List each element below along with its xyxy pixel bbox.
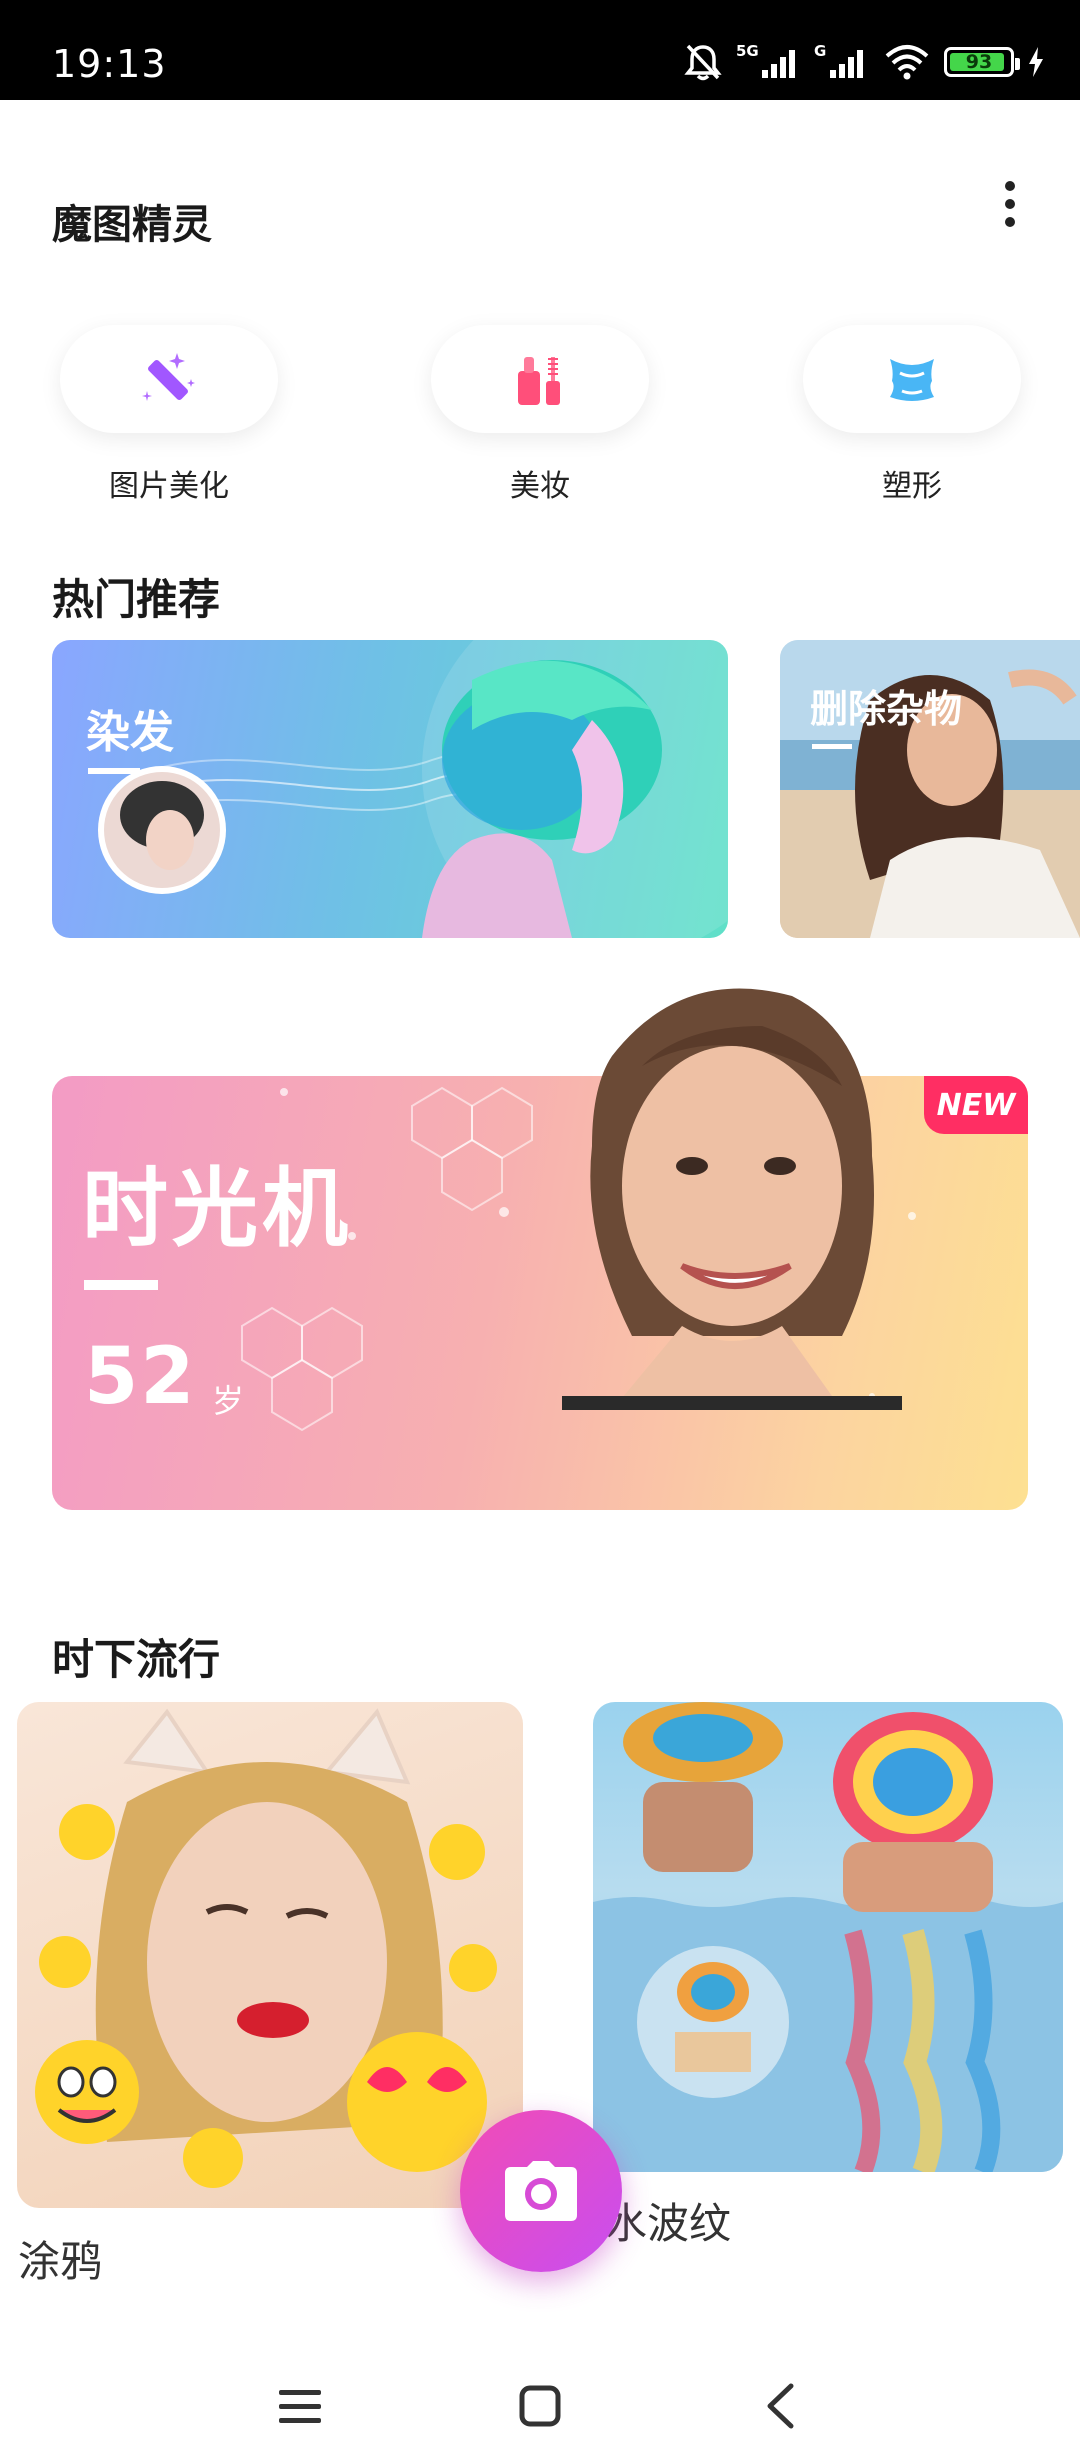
- network-g-label: G: [814, 42, 826, 60]
- card-title-underline: [88, 768, 140, 774]
- more-dot: [1005, 217, 1015, 227]
- body-shape-icon: [890, 359, 934, 401]
- network-5g-label: 5G: [736, 42, 759, 60]
- more-dot: [1005, 199, 1015, 209]
- banner-time-machine[interactable]: 时光机 52 岁 NEW: [52, 988, 1028, 1510]
- bell-muted-icon: [684, 44, 722, 81]
- system-nav-bar: [0, 2340, 1080, 2460]
- camera-icon: [505, 2161, 577, 2221]
- popular-label-graffiti: 涂鸦: [18, 2237, 103, 2286]
- back-chevron-icon: [767, 2383, 794, 2429]
- nav-back-button[interactable]: [740, 2366, 820, 2446]
- age-unit: 岁: [212, 1382, 245, 1420]
- section-title-hot: 热门推荐: [52, 575, 221, 624]
- portrait-illustration: [562, 988, 902, 1410]
- camera-button[interactable]: [460, 2110, 622, 2272]
- tool-makeup-pill[interactable]: [431, 325, 649, 433]
- tool-label: 塑形: [882, 469, 942, 504]
- tool-makeup[interactable]: 美妆: [430, 325, 650, 505]
- nav-menu-button[interactable]: [260, 2366, 340, 2446]
- popular-card-graffiti[interactable]: [17, 1702, 523, 2208]
- battery-level: 93: [965, 51, 993, 73]
- banner-title: 时光机: [82, 1159, 352, 1259]
- popular-card-water-ripple[interactable]: [593, 1702, 1063, 2172]
- tool-label: 美妆: [510, 469, 570, 504]
- status-bar: 19:13 5G G 93: [0, 0, 1080, 100]
- status-time: 19:13: [52, 42, 167, 86]
- tool-label: 图片美化: [109, 469, 229, 504]
- hair-dye-illustration: [98, 640, 728, 938]
- card-title-underline: [812, 744, 852, 749]
- popular-label-water-ripple: 水波纹: [605, 2199, 732, 2248]
- card-title: 染发: [86, 707, 174, 758]
- magic-wand-icon: [142, 353, 195, 401]
- makeup-icon: [518, 357, 560, 405]
- menu-icon: [279, 2390, 321, 2423]
- card-hair-dye[interactable]: 染发: [52, 640, 728, 938]
- tool-photo-beautify[interactable]: 图片美化: [59, 325, 279, 505]
- graffiti-illustration: [35, 1708, 497, 2188]
- new-badge: NEW: [924, 1076, 1028, 1134]
- banner-title-underline: [84, 1280, 158, 1290]
- water-ripple-illustration: [593, 1702, 1063, 2172]
- status-icons: 5G G 93: [684, 40, 1044, 84]
- card-title: 删除杂物: [810, 687, 963, 731]
- more-vertical-icon: [1005, 181, 1015, 191]
- tool-body-shape[interactable]: 塑形: [802, 325, 1022, 505]
- wifi-icon: [885, 45, 929, 80]
- home-square-icon: [519, 2385, 561, 2427]
- more-options-button[interactable]: [990, 176, 1030, 232]
- battery-icon: 93: [944, 47, 1020, 77]
- signal-g-icon: G: [814, 42, 863, 78]
- nav-home-button[interactable]: [500, 2366, 580, 2446]
- tool-body-shape-pill[interactable]: [803, 325, 1021, 433]
- charging-icon: [1029, 47, 1043, 77]
- section-title-popular: 时下流行: [52, 1635, 221, 1684]
- tool-photo-beautify-pill[interactable]: [60, 325, 278, 433]
- app-title: 魔图精灵: [52, 202, 212, 248]
- card-remove-objects[interactable]: 删除杂物: [780, 640, 1080, 938]
- age-value: 52: [84, 1332, 197, 1422]
- signal-5g-icon: 5G: [736, 42, 795, 78]
